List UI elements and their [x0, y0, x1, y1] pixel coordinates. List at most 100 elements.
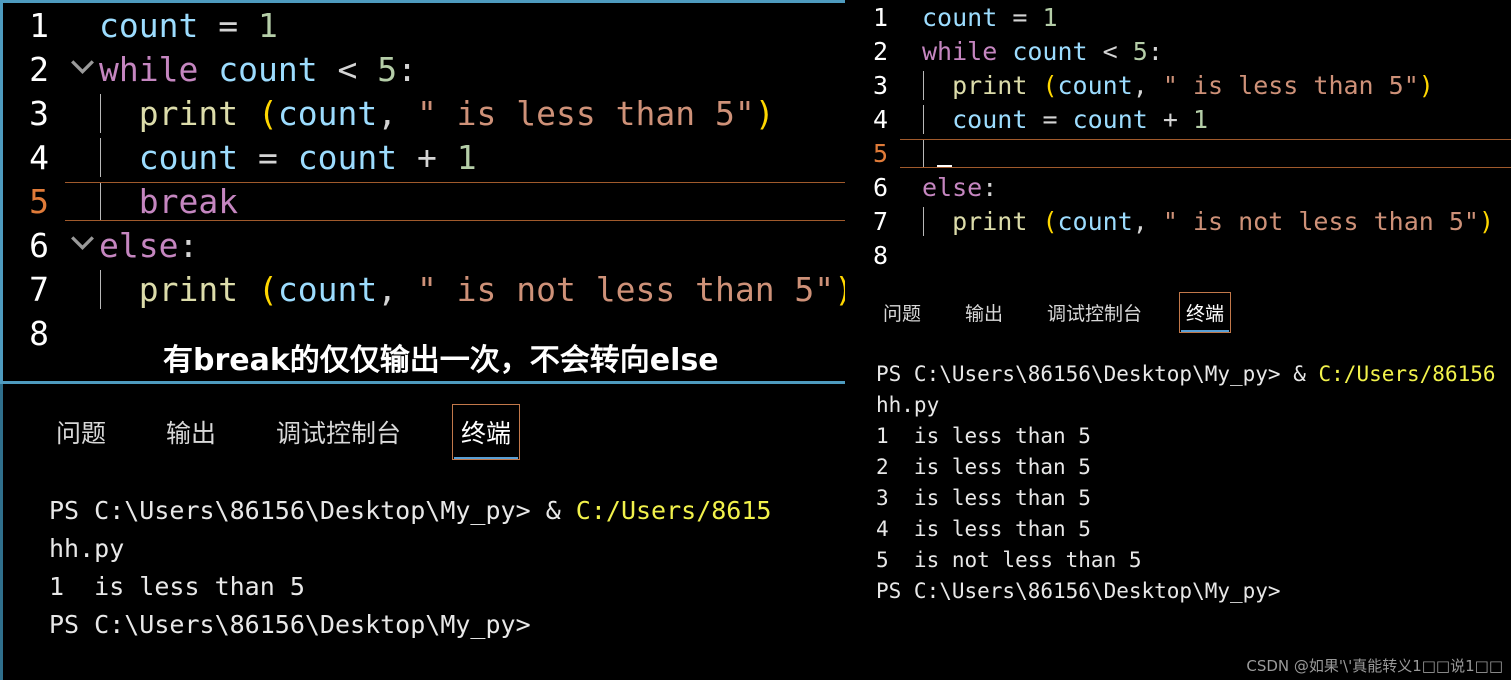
- right-bottom-panel: 问题 输出 调试控制台 终端 PS C:\Users\86156\Desktop\My…: [860, 275, 1511, 680]
- indent-guide: [923, 138, 924, 168]
- indent-guide: [923, 206, 924, 236]
- code-tokens: count = count + 1: [138, 137, 477, 177]
- line-number: 8: [29, 313, 49, 353]
- code-line-content[interactable]: while count < 5:: [922, 37, 1511, 66]
- terminal-line: 3 is less than 5: [876, 486, 1091, 510]
- terminal-line: 5 is not less than 5: [876, 548, 1142, 572]
- screenshot-root: 1 count = 1 2 while count < 5: 3 print (coun…: [0, 0, 1511, 680]
- panel-tab-label: 调试控制台: [276, 419, 402, 448]
- left-terminal-output[interactable]: PS C:\Users\86156\Desktop\My_py> & C:/Us…: [3, 470, 845, 644]
- code-line-content[interactable]: else:: [99, 226, 845, 265]
- code-line-content[interactable]: count = count + 1: [922, 104, 1511, 134]
- code-line[interactable]: 2 while count < 5:: [3, 47, 845, 91]
- code-line-content[interactable]: while count < 5:: [99, 50, 845, 89]
- terminal-line: 1 is less than 5: [49, 572, 305, 601]
- code-line[interactable]: 7 print (count, " is not less than 5"): [3, 267, 845, 311]
- right-code-lines[interactable]: 1 count = 1 2 while count < 5: 3 print (coun…: [860, 0, 1511, 275]
- panel-tab-1[interactable]: 输出: [157, 404, 225, 460]
- terminal-line: PS C:\Users\86156\Desktop\My_py>: [49, 610, 531, 639]
- line-number: 3: [29, 93, 49, 133]
- code-tokens: count = 1: [922, 2, 1058, 32]
- code-tokens: else:: [922, 172, 998, 202]
- panel-tab-3[interactable]: 终端: [452, 404, 521, 460]
- panel-tab-label: 调试控制台: [1047, 303, 1143, 325]
- code-tokens: print (count, " is less than 5"): [952, 70, 1434, 100]
- code-line[interactable]: 2 while count < 5:: [860, 34, 1511, 68]
- code-tokens: print (count, " is less than 5"): [138, 93, 775, 133]
- right-terminal-output[interactable]: PS C:\Users\86156\Desktop\My_py> & C:/Us…: [860, 341, 1511, 607]
- panel-tab-3[interactable]: 终端: [1179, 292, 1232, 333]
- line-number: 7: [29, 269, 49, 309]
- panel-tab-label: 问题: [883, 303, 922, 325]
- indent-guide: [100, 269, 101, 309]
- indent-guide: [923, 104, 924, 134]
- code-annotation-note: 有break的仅仅输出一次，不会转向else: [163, 343, 719, 378]
- terminal-line: PS C:\Users\86156\Desktop\My_py> & C:/Us…: [876, 362, 1496, 386]
- terminal-line: 1 is less than 5: [876, 424, 1091, 448]
- line-number: 1: [872, 2, 888, 32]
- code-line[interactable]: 6 else:: [3, 223, 845, 267]
- code-line[interactable]: 1 count = 1: [860, 0, 1511, 34]
- code-line[interactable]: 8: [860, 238, 1511, 272]
- indent-guide: [923, 70, 924, 100]
- active-line-highlight: [900, 138, 1511, 168]
- right-panel-tabs[interactable]: 问题 输出 调试控制台 终端: [860, 275, 1511, 341]
- code-line-content[interactable]: print (count, " is less than 5"): [99, 93, 845, 133]
- panel-tab-1[interactable]: 输出: [958, 292, 1010, 333]
- code-line-content[interactable]: print (count, " is less than 5"): [922, 70, 1511, 100]
- text-cursor: [937, 164, 952, 168]
- code-line-content[interactable]: else:: [922, 173, 1511, 202]
- panel-tab-0[interactable]: 问题: [47, 404, 115, 460]
- panel-tab-2[interactable]: 调试控制台: [1040, 292, 1149, 333]
- terminal-line: 2 is less than 5: [876, 455, 1091, 479]
- code-tokens: break: [138, 181, 239, 221]
- code-tokens: count = 1: [99, 5, 278, 45]
- code-tokens: count = count + 1: [952, 104, 1209, 134]
- panel-tab-label: 终端: [461, 419, 512, 448]
- tab-active-underline: [1181, 330, 1230, 332]
- code-line[interactable]: 5: [860, 136, 1511, 170]
- code-line-content[interactable]: break: [65, 181, 845, 221]
- code-line[interactable]: 5 break: [3, 179, 845, 223]
- code-line[interactable]: 1 count = 1: [3, 3, 845, 47]
- code-line-content[interactable]: count = 1: [99, 6, 845, 45]
- indent-guide: [100, 181, 101, 221]
- code-line-content[interactable]: print (count, " is not less than 5"): [99, 269, 845, 309]
- code-line[interactable]: 6 else:: [860, 170, 1511, 204]
- terminal-line: PS C:\Users\86156\Desktop\My_py>: [876, 579, 1281, 603]
- code-line-content[interactable]: [900, 138, 1511, 168]
- left-panel-tabs[interactable]: 问题 输出 调试控制台 终端: [3, 384, 845, 470]
- panel-tab-0[interactable]: 问题: [876, 292, 928, 333]
- terminal-line: hh.py: [49, 534, 125, 563]
- left-overlay-screenshot: 1 count = 1 2 while count < 5: 3 print (coun…: [0, 0, 845, 680]
- code-tokens: print (count, " is not less than 5"): [138, 269, 845, 309]
- code-line[interactable]: 4 count = count + 1: [860, 102, 1511, 136]
- left-code-editor[interactable]: 1 count = 1 2 while count < 5: 3 print (coun…: [0, 0, 845, 384]
- line-number: 5: [872, 138, 888, 168]
- right-code-editor[interactable]: 1 count = 1 2 while count < 5: 3 print (coun…: [860, 0, 1511, 275]
- panel-tab-label: 终端: [1186, 303, 1225, 325]
- line-number: 8: [872, 240, 888, 270]
- line-number: 5: [29, 181, 49, 221]
- indent-guide: [100, 137, 101, 177]
- code-line[interactable]: 3 print (count, " is less than 5"): [860, 68, 1511, 102]
- indent-guide: [100, 93, 101, 133]
- left-code-lines[interactable]: 1 count = 1 2 while count < 5: 3 print (coun…: [3, 3, 845, 381]
- chevron-down-icon[interactable]: [65, 49, 99, 90]
- code-tokens: while count < 5:: [922, 36, 1163, 66]
- panel-tab-label: 问题: [56, 419, 107, 448]
- code-line[interactable]: 3 print (count, " is less than 5"): [3, 91, 845, 135]
- panel-tab-label: 输出: [166, 419, 217, 448]
- line-number: 6: [872, 172, 888, 202]
- line-number: 1: [29, 5, 49, 45]
- csdn-watermark: CSDN @如果'\'真能转义1□□说1□□: [1246, 657, 1503, 675]
- code-line-content[interactable]: count = 1: [922, 3, 1511, 32]
- panel-tab-2[interactable]: 调试控制台: [267, 404, 410, 460]
- terminal-line: PS C:\Users\86156\Desktop\My_py> & C:/Us…: [49, 496, 772, 525]
- code-line[interactable]: 7 print (count, " is not less than 5"): [860, 204, 1511, 238]
- code-line[interactable]: 4 count = count + 1: [3, 135, 845, 179]
- code-line-content[interactable]: count = count + 1: [99, 137, 845, 177]
- chevron-down-icon[interactable]: [65, 225, 99, 266]
- code-line-content[interactable]: print (count, " is not less than 5"): [922, 206, 1511, 236]
- terminal-line: 4 is less than 5: [876, 517, 1091, 541]
